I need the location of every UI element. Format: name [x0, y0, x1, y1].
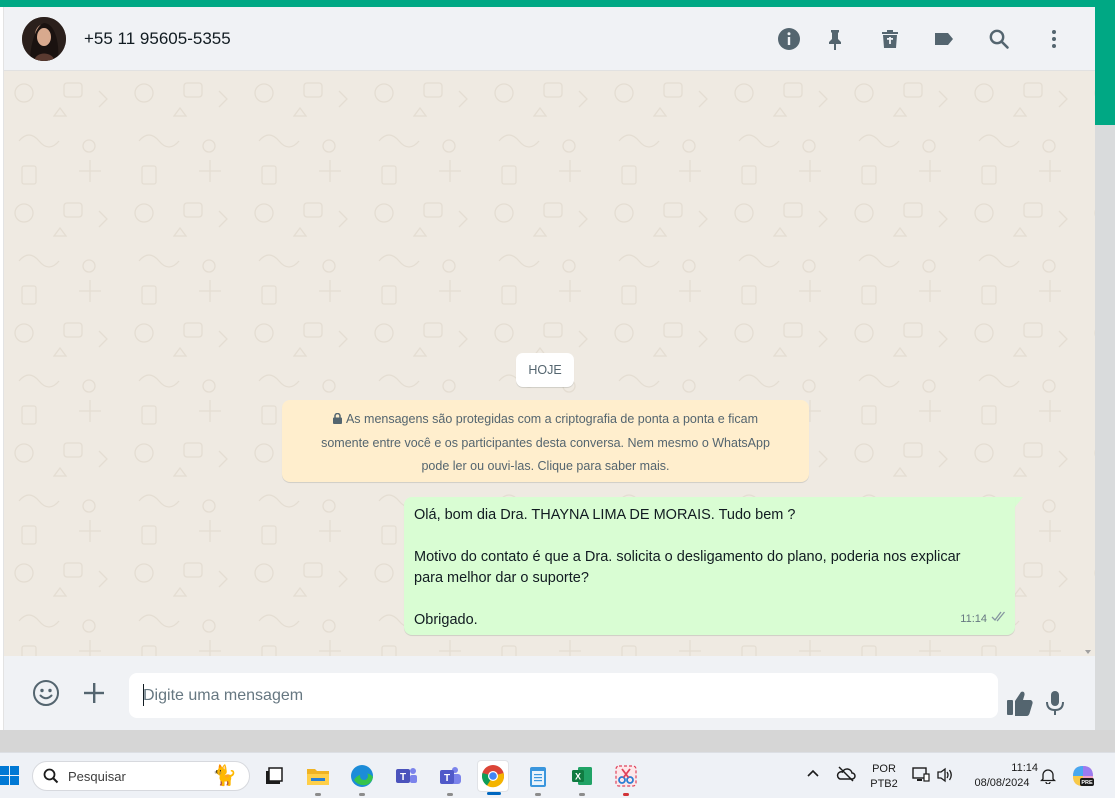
- notification-bell-icon[interactable]: [1040, 767, 1056, 784]
- info-icon[interactable]: [776, 26, 802, 52]
- encryption-notice-line: pode ler ou ouvi-las. Clique para saber …: [421, 459, 670, 473]
- teams-classic-icon[interactable]: T: [390, 760, 422, 792]
- message-list[interactable]: HOJE As mensagens são protegidas com a c…: [4, 71, 1095, 656]
- windows-start-icon[interactable]: [0, 765, 20, 787]
- cat-doodle-icon: 🐈: [212, 765, 237, 787]
- avatar[interactable]: [22, 17, 66, 61]
- scroll-down-arrow[interactable]: [1085, 650, 1091, 654]
- encryption-notice-line: As mensagens são protegidas com a cripto…: [345, 412, 759, 426]
- message-input[interactable]: [129, 673, 998, 718]
- pin-icon[interactable]: [822, 26, 848, 52]
- date-separator: HOJE: [516, 353, 574, 387]
- label-icon[interactable]: [931, 26, 957, 52]
- search-icon: [43, 768, 59, 789]
- contact-name[interactable]: +55 11 95605-5355: [84, 29, 231, 49]
- language-code: POR: [872, 763, 896, 775]
- chat-header: +55 11 95605-5355: [4, 7, 1095, 71]
- text-caret: [143, 684, 144, 706]
- emoji-icon[interactable]: [30, 677, 62, 709]
- notepad-icon[interactable]: [522, 760, 554, 796]
- chevron-up-icon[interactable]: [806, 768, 820, 778]
- network-icon[interactable]: [912, 767, 930, 783]
- search-icon[interactable]: [986, 26, 1012, 52]
- top-accent-strip: [0, 0, 1115, 7]
- encryption-notice[interactable]: As mensagens são protegidas com a cripto…: [282, 400, 809, 482]
- svg-text:X: X: [575, 772, 581, 782]
- taskbar-search[interactable]: Pesquisar 🐈: [32, 761, 250, 791]
- outgoing-message[interactable]: Olá, bom dia Dra. THAYNA LIMA DE MORAIS.…: [404, 497, 1015, 635]
- volume-icon[interactable]: [936, 767, 954, 783]
- message-text: Obrigado.: [414, 612, 478, 628]
- microphone-icon[interactable]: [1039, 687, 1071, 719]
- clock-time: 11:14: [1011, 762, 1038, 774]
- keyboard-layout: PTB2: [870, 778, 898, 790]
- snipping-tool-icon[interactable]: [610, 760, 642, 796]
- message-text: Olá, bom dia Dra. THAYNA LIMA DE MORAIS.…: [414, 507, 796, 523]
- clock-date: 08/08/2024: [974, 777, 1030, 789]
- excel-icon[interactable]: X: [566, 760, 598, 796]
- trash-icon[interactable]: [877, 26, 903, 52]
- double-check-icon: [991, 609, 1007, 630]
- svg-text:T: T: [400, 772, 406, 783]
- taskbar-search-placeholder: Pesquisar: [68, 769, 126, 784]
- attach-plus-icon[interactable]: [78, 677, 110, 709]
- bubble-tail: [1015, 497, 1023, 507]
- onedrive-offline-icon[interactable]: [836, 766, 856, 782]
- task-view-icon[interactable]: [258, 760, 290, 792]
- composer-bar: [4, 656, 1095, 730]
- edge-icon[interactable]: [346, 760, 378, 796]
- clock[interactable]: 11:14 08/08/2024: [966, 761, 1038, 791]
- message-meta: 11:14: [960, 609, 1007, 630]
- whatsapp-chat-window: +55 11 95605-5355 HOJE As mensagens são …: [4, 7, 1095, 730]
- message-text: para melhor dar o suporte?: [414, 570, 589, 586]
- thumbs-up-icon[interactable]: [1004, 687, 1036, 719]
- menu-dots-icon[interactable]: [1041, 26, 1067, 52]
- svg-text:T: T: [444, 773, 450, 784]
- copilot-badge: PRE: [1081, 780, 1093, 786]
- message-time: 11:14: [960, 613, 987, 625]
- right-accent-block: [1095, 7, 1115, 125]
- encryption-notice-line: somente entre você e os participantes de…: [321, 436, 770, 450]
- teams-icon[interactable]: T: [434, 760, 466, 796]
- language-indicator[interactable]: POR PTB2: [868, 762, 900, 792]
- right-window-edge: [1095, 7, 1115, 730]
- chrome-icon[interactable]: [477, 760, 509, 795]
- copilot-icon[interactable]: PRE: [1070, 763, 1096, 789]
- file-explorer-icon[interactable]: [302, 760, 334, 796]
- windows-taskbar: Pesquisar 🐈 T T X POR PTB2 11:14 08/08/2…: [0, 752, 1115, 798]
- lock-icon: [332, 409, 342, 432]
- message-text: Motivo do contato é que a Dra. solicita …: [414, 549, 961, 565]
